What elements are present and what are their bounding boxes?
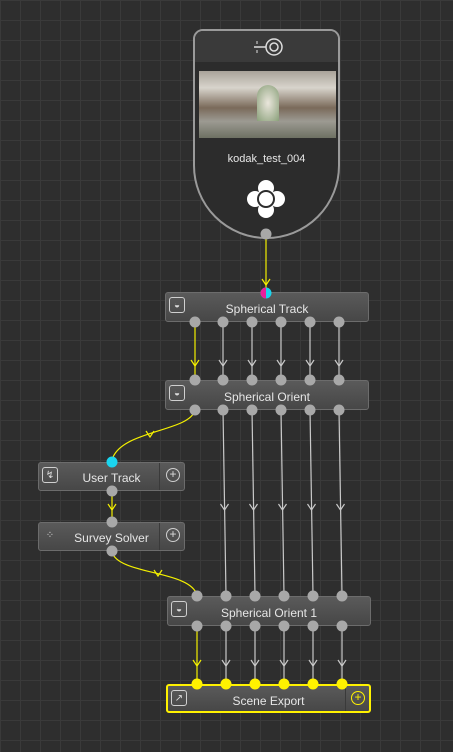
node-spherical-orient-1[interactable]: ◒ Spherical Orient 1 (167, 596, 371, 626)
node-scene-export[interactable]: ↗ Scene Export + (166, 684, 371, 713)
wire-orient-to-orient1[interactable] (280, 409, 285, 596)
source-node-title: kodak_test_004 (227, 153, 306, 165)
source-node-header (195, 31, 338, 62)
node-label: Spherical Track (225, 302, 309, 316)
plus-circle-icon[interactable]: + (166, 528, 180, 542)
wire-orient-to-orient1[interactable] (309, 409, 314, 596)
node-label: Survey Solver (74, 531, 149, 545)
node-survey-solver[interactable]: ⁘ Survey Solver + (38, 522, 185, 551)
node-divider (159, 463, 160, 490)
node-divider (345, 686, 346, 711)
node-label: User Track (82, 471, 141, 485)
node-user-track[interactable]: ↯ User Track + (38, 462, 185, 491)
tracker-eye-icon (254, 38, 283, 56)
flower-move-icon[interactable] (246, 179, 286, 219)
wire-orient-to-orient1[interactable] (338, 409, 343, 596)
node-spherical-track[interactable]: ◒ Spherical Track (165, 292, 369, 322)
wire-orient-to-usertrack[interactable] (111, 409, 196, 461)
node-label: Spherical Orient (223, 390, 311, 404)
node-label: Scene Export (232, 694, 305, 708)
thumbnail-archway (257, 85, 279, 121)
wire-orient-to-orient1[interactable] (251, 409, 256, 596)
plus-circle-icon[interactable]: + (351, 691, 365, 705)
wire-orient-to-orient1[interactable] (222, 409, 227, 596)
wire-solver-to-orient1[interactable] (111, 551, 198, 596)
node-spherical-orient[interactable]: ◒ Spherical Orient (165, 380, 369, 410)
source-node[interactable]: kodak_test_004 (193, 29, 340, 239)
source-thumbnail (199, 71, 336, 138)
node-label: Spherical Orient 1 (220, 606, 318, 620)
plus-circle-icon[interactable]: + (166, 468, 180, 482)
node-divider (159, 523, 160, 550)
